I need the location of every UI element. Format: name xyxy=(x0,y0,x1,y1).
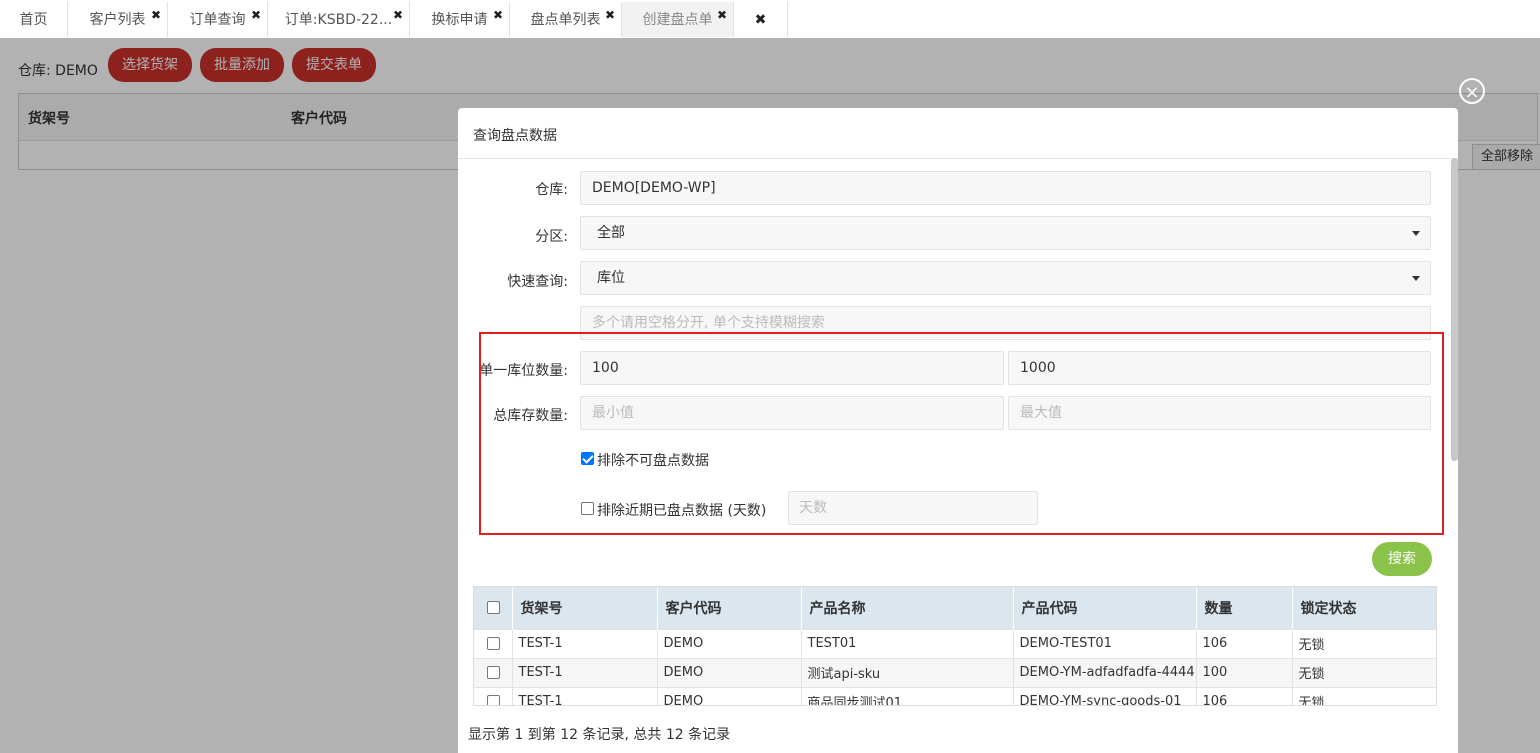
close-icon[interactable]: × xyxy=(1459,78,1485,104)
query-stocktake-dialog: 查询盘点数据 仓库: DEMO[DEMO-WP] 分区: 全部 快速查询: 库位… xyxy=(458,108,1458,753)
cell-quantity: 100 xyxy=(1196,657,1293,687)
tab-create-stocktake[interactable]: 创建盘点单 ✖ xyxy=(622,2,734,37)
row-checkbox[interactable] xyxy=(487,694,500,705)
warehouse-field: DEMO[DEMO-WP] xyxy=(580,171,1431,205)
tab-order-query[interactable]: 订单查询 ✖ xyxy=(168,2,268,37)
cell-customer-code: DEMO xyxy=(657,657,802,687)
cell-lock-status: 无锁 xyxy=(1292,686,1436,705)
row-checkbox[interactable] xyxy=(487,665,500,679)
cell-product-code: DEMO-TEST01 xyxy=(1013,628,1197,658)
close-all-tabs-button[interactable]: ✖ xyxy=(734,2,788,37)
column-header: 锁定状态 xyxy=(1292,587,1436,629)
close-icon[interactable]: ✖ xyxy=(393,0,403,34)
chevron-down-icon xyxy=(1412,231,1420,236)
table-row[interactable]: TEST-1 DEMO 商品同步测试01 DEMO-YM-sync-goods-… xyxy=(474,686,1436,705)
close-icon: ✖ xyxy=(754,12,767,28)
close-icon[interactable]: ✖ xyxy=(605,0,615,34)
tab-label: 订单:KSBD-22... xyxy=(284,12,393,28)
chevron-down-icon xyxy=(1412,276,1420,281)
cell-customer-code: DEMO xyxy=(657,686,802,705)
cell-quantity: 106 xyxy=(1196,686,1293,705)
close-icon[interactable]: ✖ xyxy=(151,0,161,34)
dialog-header: 查询盘点数据 xyxy=(458,108,1458,159)
close-icon[interactable]: ✖ xyxy=(251,0,261,34)
column-header: 数量 xyxy=(1196,587,1293,629)
table-row[interactable]: TEST-1 DEMO TEST01 DEMO-TEST01 106 无锁 xyxy=(474,628,1436,658)
tab-bar: 首页 客户列表 ✖ 订单查询 ✖ 订单:KSBD-22... ✖ 换标申请 ✖ 盘点单列… xyxy=(0,0,1540,39)
cell-product-name: TEST01 xyxy=(801,628,1014,658)
tab-customer-list[interactable]: 客户列表 ✖ xyxy=(68,2,168,37)
table-header-row: 货架号 客户代码 产品名称 产品代码 数量 锁定状态 xyxy=(474,587,1436,629)
tab-label: 首页 xyxy=(19,12,48,28)
tab-label: 客户列表 xyxy=(89,12,146,28)
scrollbar[interactable] xyxy=(1451,158,1458,461)
zone-select-value: 全部 xyxy=(597,225,625,241)
row-select-cell xyxy=(474,628,513,658)
highlight-box xyxy=(479,332,1444,535)
tab-relabel-request[interactable]: 换标申请 ✖ xyxy=(410,2,510,37)
row-checkbox[interactable] xyxy=(487,636,500,650)
tab-home[interactable]: 首页 xyxy=(0,2,68,37)
column-header: 产品名称 xyxy=(801,587,1014,629)
zone-field-label: 分区: xyxy=(535,229,568,245)
tab-stocktake-list[interactable]: 盘点单列表 ✖ xyxy=(510,2,622,37)
close-icon[interactable]: ✖ xyxy=(493,0,503,34)
quick-query-label: 快速查询: xyxy=(507,274,568,290)
quick-query-select[interactable]: 库位 xyxy=(580,261,1431,295)
pagination-info: 显示第 1 到第 12 条记录, 总共 12 条记录 xyxy=(468,727,731,743)
dialog-title: 查询盘点数据 xyxy=(473,128,557,144)
cell-shelf: TEST-1 xyxy=(512,657,658,687)
tab-label: 创建盘点单 xyxy=(642,12,713,28)
cell-product-code: DEMO-YM-adfadfadfa-4444 xyxy=(1013,657,1197,687)
result-table: 货架号 客户代码 产品名称 产品代码 数量 锁定状态 TEST-1 DEMO T… xyxy=(473,586,1437,706)
tab-label: 订单查询 xyxy=(189,12,246,28)
cell-product-code: DEMO-YM-sync-goods-01 xyxy=(1013,686,1197,705)
zone-select[interactable]: 全部 xyxy=(580,216,1431,250)
select-all-checkbox[interactable] xyxy=(487,601,500,614)
cell-customer-code: DEMO xyxy=(657,628,802,658)
tab-order-detail[interactable]: 订单:KSBD-22... ✖ xyxy=(268,2,410,37)
quick-query-value: 库位 xyxy=(597,270,625,286)
cell-quantity: 106 xyxy=(1196,628,1293,658)
tab-label: 换标申请 xyxy=(431,12,488,28)
cell-lock-status: 无锁 xyxy=(1292,628,1436,658)
select-all-cell xyxy=(474,587,513,629)
column-header: 货架号 xyxy=(512,587,658,629)
row-select-cell xyxy=(474,657,513,687)
close-icon[interactable]: ✖ xyxy=(717,0,727,34)
column-header: 客户代码 xyxy=(657,587,802,629)
column-header: 产品代码 xyxy=(1013,587,1197,629)
tab-label: 盘点单列表 xyxy=(530,12,601,28)
table-row[interactable]: TEST-1 DEMO 测试api-sku DEMO-YM-adfadfadfa… xyxy=(474,657,1436,687)
warehouse-field-label: 仓库: xyxy=(535,182,568,198)
cell-shelf: TEST-1 xyxy=(512,628,658,658)
row-select-cell xyxy=(474,686,513,705)
cell-lock-status: 无锁 xyxy=(1292,657,1436,687)
cell-product-name: 测试api-sku xyxy=(801,657,1014,687)
search-button[interactable]: 搜索 xyxy=(1372,542,1432,576)
cell-shelf: TEST-1 xyxy=(512,686,658,705)
cell-product-name: 商品同步测试01 xyxy=(801,686,1014,705)
